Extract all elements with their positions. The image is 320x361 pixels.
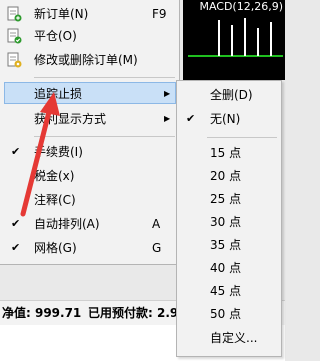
context-menu: 新订单(N) F9 平仓(O) 修改或删除订单(M) 追踪止损 ▶ 获利显示方式… <box>0 0 180 265</box>
menu-item-commission[interactable]: ✔ 手续费(I) <box>0 141 179 163</box>
menu-item-tax[interactable]: 税金(x) <box>0 165 179 187</box>
submenu-item-label: 40 点 <box>210 261 242 275</box>
menu-item-label: 税金(x) <box>34 169 75 183</box>
menu-separator <box>34 77 175 78</box>
submenu-item-label: 15 点 <box>210 146 242 160</box>
submenu-item-15-points[interactable]: 15 点 <box>177 142 281 164</box>
submenu-item-label: 全删(D) <box>210 88 253 102</box>
submenu-item-label: 35 点 <box>210 238 242 252</box>
histogram-bar <box>257 28 259 56</box>
submenu-item-40-points[interactable]: 40 点 <box>177 257 281 279</box>
submenu-item-label: 45 点 <box>210 284 242 298</box>
histogram-bar <box>231 25 233 56</box>
menu-item-shortcut: A <box>152 217 161 231</box>
submenu-arrow-icon: ▶ <box>164 114 171 123</box>
menu-item-label: 新订单(N) <box>34 7 89 21</box>
checkmark-icon: ✔ <box>186 112 196 125</box>
menu-item-shortcut: F9 <box>152 7 167 21</box>
submenu-item-label: 50 点 <box>210 307 242 321</box>
menu-item-profit-display[interactable]: 获利显示方式 ▶ <box>0 108 179 130</box>
histogram-bar <box>218 20 220 56</box>
submenu-item-label: 无(N) <box>210 112 241 126</box>
menu-item-label: 手续费(I) <box>34 145 83 159</box>
menu-item-label: 平仓(O) <box>34 29 77 43</box>
submenu-item-label: 25 点 <box>210 192 242 206</box>
submenu-item-35-points[interactable]: 35 点 <box>177 234 281 256</box>
submenu-item-none[interactable]: ✔ 无(N) <box>177 108 281 130</box>
checkmark-icon: ✔ <box>11 145 21 158</box>
menu-item-label: 修改或删除订单(M) <box>34 53 138 67</box>
submenu-item-label: 20 点 <box>210 169 242 183</box>
submenu-item-custom[interactable]: 自定义... <box>177 327 281 349</box>
menu-item-grid[interactable]: ✔ 网格(G) G <box>0 237 179 259</box>
chart-baseline <box>188 55 283 57</box>
menu-item-trailing-stop[interactable]: 追踪止损 ▶ <box>4 82 176 104</box>
close-position-icon <box>7 28 22 44</box>
submenu-item-delete-all[interactable]: 全删(D) <box>177 84 281 106</box>
indicator-title: MACD(12,26,9) <box>199 0 283 13</box>
submenu-arrow-icon: ▶ <box>164 89 171 98</box>
menu-separator <box>34 136 175 137</box>
submenu-item-20-points[interactable]: 20 点 <box>177 165 281 187</box>
submenu-item-25-points[interactable]: 25 点 <box>177 188 281 210</box>
menu-item-modify-order[interactable]: 修改或删除订单(M) <box>0 49 179 71</box>
menu-item-shortcut: G <box>152 241 162 255</box>
modify-order-icon <box>7 52 22 68</box>
menu-item-label: 网格(G) <box>34 241 77 255</box>
chart-area: MACD(12,26,9) <box>183 0 285 80</box>
menu-item-auto-arrange[interactable]: ✔ 自动排列(A) A <box>0 213 179 235</box>
menu-item-close-position[interactable]: 平仓(O) <box>0 25 179 47</box>
new-order-icon <box>7 6 22 22</box>
menu-item-label: 追踪止损 <box>34 87 83 101</box>
menu-item-label: 获利显示方式 <box>34 112 107 126</box>
submenu-item-30-points[interactable]: 30 点 <box>177 211 281 233</box>
checkmark-icon: ✔ <box>11 241 21 254</box>
submenu-item-label: 30 点 <box>210 215 242 229</box>
submenu-item-label: 自定义... <box>210 331 258 345</box>
menu-item-comment[interactable]: 注释(C) <box>0 189 179 211</box>
checkmark-icon: ✔ <box>11 217 21 230</box>
submenu-item-45-points[interactable]: 45 点 <box>177 280 281 302</box>
equity-text: 净值: 999.71 <box>2 306 82 320</box>
trailing-stop-submenu: 全删(D) ✔ 无(N) 15 点 20 点 25 点 30 点 35 点 40… <box>176 80 282 357</box>
histogram-bar <box>270 22 272 56</box>
histogram-bar <box>244 18 246 56</box>
menu-item-label: 注释(C) <box>34 193 76 207</box>
submenu-item-50-points[interactable]: 50 点 <box>177 303 281 325</box>
menu-item-new-order[interactable]: 新订单(N) F9 <box>0 3 179 25</box>
menu-item-label: 自动排列(A) <box>34 217 100 231</box>
margin-text: 已用预付款: 2.95 <box>88 306 187 320</box>
menu-separator <box>207 137 277 138</box>
